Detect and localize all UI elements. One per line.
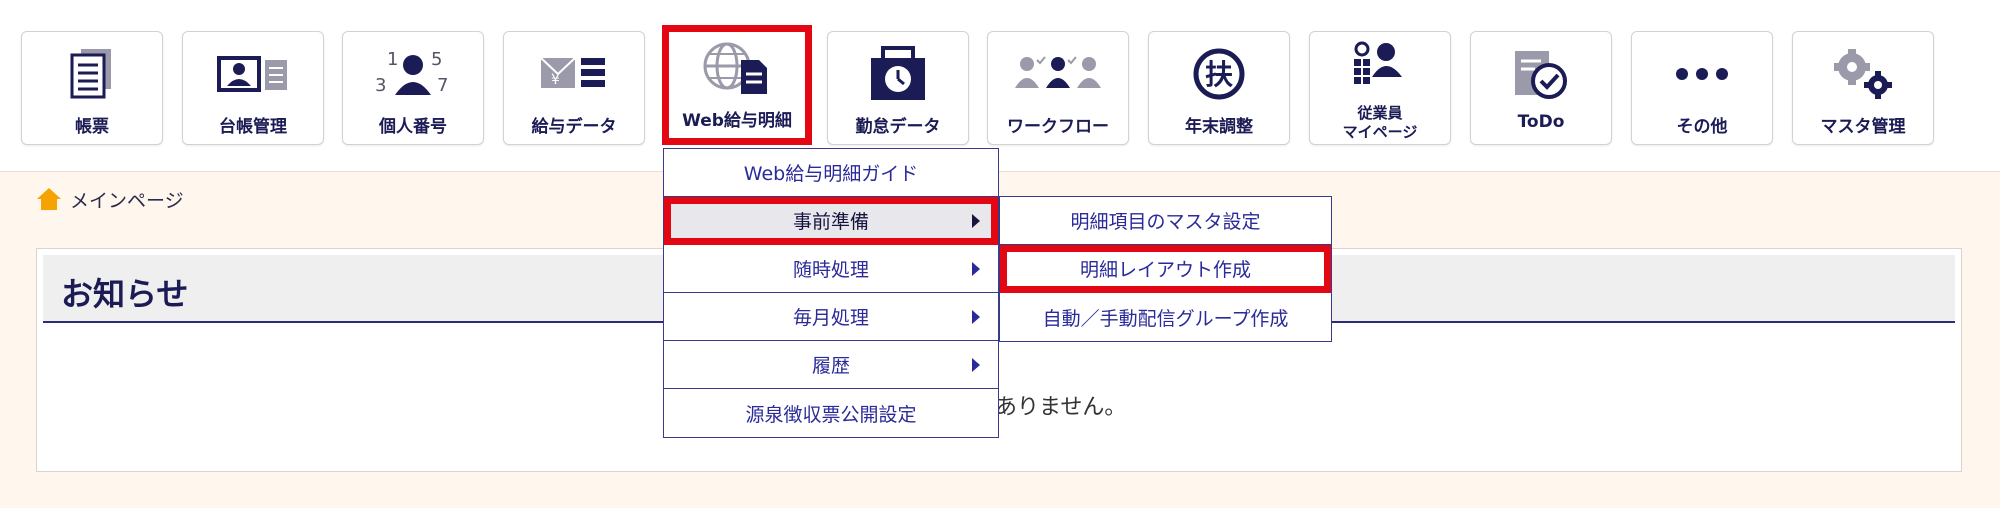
toolbar-button-label: マスタ管理 bbox=[1820, 117, 1906, 137]
salary-data-icon: ¥ bbox=[504, 46, 644, 102]
svg-text:3: 3 bbox=[375, 75, 386, 96]
menu-item-label: 事前準備 bbox=[792, 211, 869, 233]
toolbar-button-label-line1: 従業員 bbox=[1357, 104, 1403, 122]
toolbar-button-more[interactable]: その他 bbox=[1631, 31, 1773, 145]
submenu-item-label: 明細レイアウト作成 bbox=[1079, 259, 1251, 281]
workflow-icon bbox=[988, 46, 1128, 102]
menu-item-label: 履歴 bbox=[811, 355, 850, 377]
menu-item-ad-hoc[interactable]: 随時処理 bbox=[664, 245, 998, 293]
menu-item-monthly[interactable]: 毎月処理 bbox=[664, 293, 998, 341]
svg-text:5: 5 bbox=[431, 49, 442, 70]
menu-item-label: Web給与明細ガイド bbox=[743, 163, 919, 185]
toolbar-button-employee-mypage[interactable]: 従業員 マイページ bbox=[1309, 31, 1451, 145]
toolbar-button-year-end[interactable]: 扶 年末調整 bbox=[1148, 31, 1290, 145]
more-icon bbox=[1632, 46, 1772, 102]
menu-item-preparation[interactable]: 事前準備 bbox=[664, 197, 998, 245]
menu-item-withholding-slip-settings[interactable]: 源泉徴収票公開設定 bbox=[664, 389, 998, 437]
toolbar-button-label: 個人番号 bbox=[379, 117, 447, 137]
toolbar-button-label: 帳票 bbox=[75, 117, 109, 137]
preparation-submenu: 明細項目のマスタ設定 明細レイアウト作成 自動／手動配信グループ作成 bbox=[999, 196, 1332, 342]
submenu-item-label: 自動／手動配信グループ作成 bbox=[1042, 307, 1289, 330]
person-number-icon: 1 5 3 7 bbox=[343, 46, 483, 102]
breadcrumb[interactable]: メインページ bbox=[36, 186, 184, 212]
toolbar-button-workflow[interactable]: ワークフロー bbox=[987, 31, 1129, 145]
caret-right-icon bbox=[972, 214, 980, 228]
toolbar-button-label: 年末調整 bbox=[1185, 117, 1253, 137]
web-payslip-menu: Web給与明細ガイド 事前準備 随時処理 毎月処理 履歴 源泉徴収票公開設定 bbox=[663, 148, 999, 438]
submenu-item-delivery-group[interactable]: 自動／手動配信グループ作成 bbox=[1000, 293, 1331, 341]
top-toolbar: 帳票 台帳管理 1 5 3 7 個人番号 ¥ 給与データ Web給与明細 勤怠デ… bbox=[0, 0, 2000, 172]
toolbar-button-label: 勤怠データ bbox=[855, 117, 941, 137]
toolbar-button-attendance[interactable]: 勤怠データ bbox=[827, 31, 969, 145]
caret-right-icon bbox=[972, 262, 980, 276]
attendance-icon bbox=[828, 46, 968, 102]
web-payslip-icon bbox=[669, 40, 805, 96]
toolbar-button-label: ワークフロー bbox=[1007, 117, 1109, 137]
document-icon bbox=[22, 46, 162, 102]
breadcrumb-label: メインページ bbox=[70, 189, 184, 212]
svg-text:¥: ¥ bbox=[551, 72, 560, 88]
svg-text:1: 1 bbox=[387, 49, 398, 70]
toolbar-button-my-number[interactable]: 1 5 3 7 個人番号 bbox=[342, 31, 484, 145]
submenu-item-layout-create[interactable]: 明細レイアウト作成 bbox=[1000, 245, 1331, 293]
caret-right-icon bbox=[972, 358, 980, 372]
menu-item-label: 随時処理 bbox=[792, 259, 869, 281]
submenu-item-master-settings[interactable]: 明細項目のマスタ設定 bbox=[1000, 197, 1331, 245]
master-settings-icon bbox=[1793, 46, 1933, 102]
submenu-item-label: 明細項目のマスタ設定 bbox=[1070, 211, 1261, 233]
toolbar-button-forms[interactable]: 帳票 bbox=[21, 31, 163, 145]
toolbar-button-label: Web給与明細 bbox=[682, 111, 792, 131]
toolbar-button-label: ToDo bbox=[1517, 112, 1565, 132]
toolbar-button-web-payslip[interactable]: Web給与明細 bbox=[662, 25, 812, 145]
menu-item-label: 源泉徴収票公開設定 bbox=[745, 403, 917, 426]
id-card-icon bbox=[183, 46, 323, 102]
toolbar-button-salary-data[interactable]: ¥ 給与データ bbox=[503, 31, 645, 145]
notice-title: お知らせ bbox=[61, 275, 189, 313]
toolbar-button-label: 給与データ bbox=[531, 117, 617, 137]
toolbar-button-master[interactable]: マスタ管理 bbox=[1792, 31, 1934, 145]
toolbar-button-ledger[interactable]: 台帳管理 bbox=[182, 31, 324, 145]
menu-item-guide[interactable]: Web給与明細ガイド bbox=[664, 149, 998, 197]
notice-message: ありません。 bbox=[995, 395, 1127, 420]
menu-item-history[interactable]: 履歴 bbox=[664, 341, 998, 389]
todo-icon bbox=[1471, 46, 1611, 102]
toolbar-button-label: 台帳管理 bbox=[219, 117, 287, 137]
caret-right-icon bbox=[972, 310, 980, 324]
toolbar-button-label: その他 bbox=[1676, 117, 1728, 137]
svg-text:7: 7 bbox=[437, 75, 448, 96]
toolbar-button-label-line2: マイページ bbox=[1342, 123, 1418, 141]
toolbar-button-todo[interactable]: ToDo bbox=[1470, 31, 1612, 145]
menu-item-label: 毎月処理 bbox=[792, 307, 869, 329]
toolbar-button-label: 従業員 マイページ bbox=[1310, 104, 1450, 142]
svg-text:扶: 扶 bbox=[1205, 58, 1233, 91]
year-end-adjustment-icon: 扶 bbox=[1149, 46, 1289, 102]
employee-mypage-icon bbox=[1310, 40, 1450, 88]
home-icon bbox=[37, 188, 61, 210]
